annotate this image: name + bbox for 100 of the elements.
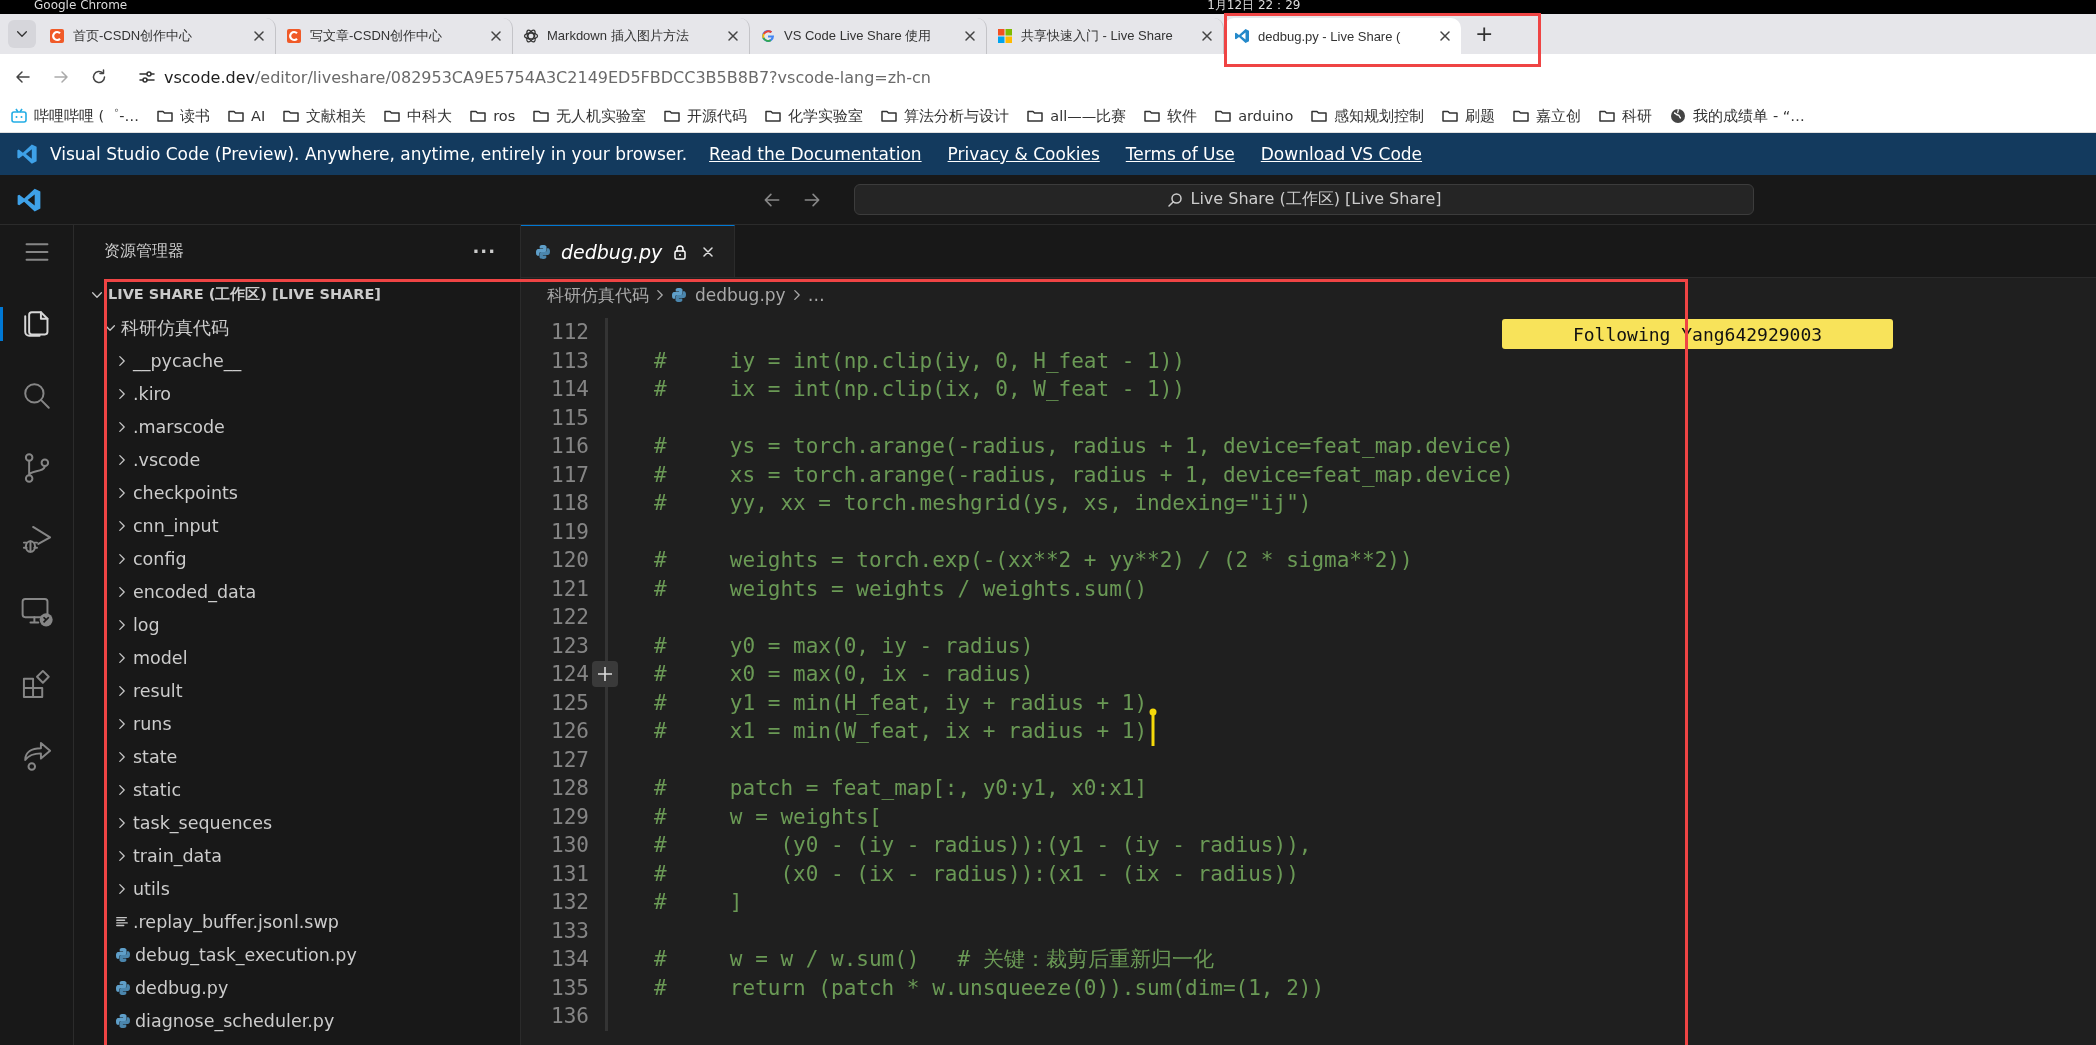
python-file-icon <box>115 946 131 963</box>
bookmark[interactable]: 开源代码 <box>663 106 748 126</box>
breadcrumb[interactable]: 科研仿真代码 <box>547 283 649 307</box>
code-line: # weights = weights / weights.sum() <box>654 576 1148 601</box>
line-number: 132 <box>550 890 589 915</box>
more-actions-button[interactable]: ··· <box>472 241 496 262</box>
line-number: 127 <box>550 747 589 772</box>
panel-title: 资源管理器 <box>104 241 184 262</box>
bookmark[interactable]: 文献相关 <box>282 106 367 126</box>
bookmark[interactable]: 算法分析与设计 <box>880 106 1010 126</box>
reload-icon[interactable] <box>90 68 108 86</box>
folder-item[interactable]: 科研仿真代码 <box>120 315 229 340</box>
tab-title: 共享快速入门 - Live Share <box>1021 27 1174 45</box>
workspace-header[interactable]: LIVE SHARE (工作区) [LIVE SHARE] <box>108 285 381 304</box>
folder-item[interactable]: result <box>133 680 183 701</box>
banner-link[interactable]: Download VS Code <box>1260 144 1423 164</box>
text-file-icon <box>115 914 129 929</box>
close-icon[interactable] <box>727 30 739 42</box>
bookmark[interactable]: ros <box>469 107 516 125</box>
folder-item[interactable]: encoded_data <box>133 581 257 602</box>
new-tab-button[interactable]: + <box>1465 21 1504 54</box>
breadcrumb[interactable]: dedbug.py <box>671 285 786 305</box>
url-path: /editor/liveshare/082953CA9E5754A3C2149ED5FBDCC3B5B8B7?vscode-lang=zh-cn <box>254 67 931 87</box>
line-number: 115 <box>550 405 589 430</box>
bookmark[interactable]: 中科大 <box>383 106 453 126</box>
code-line: # (x0 - (ix - radius)):(x1 - (ix - radius)) <box>654 861 1299 886</box>
folder-item[interactable]: config <box>133 548 187 569</box>
bookmark[interactable]: 感知规划控制 <box>1310 106 1425 126</box>
python-file-icon <box>115 1012 131 1029</box>
tv-icon <box>10 107 28 125</box>
line-number: 123 <box>550 633 589 658</box>
breadcrumb[interactable]: … <box>807 285 825 305</box>
line-number: 112 <box>550 320 589 345</box>
bookmark[interactable]: 科研 <box>1598 106 1653 126</box>
close-icon[interactable] <box>490 30 502 42</box>
remote-explorer-icon[interactable] <box>19 595 54 629</box>
file-item[interactable]: .replay_buffer.jsonl.swp <box>133 911 339 932</box>
bookmark[interactable]: all——比赛 <box>1026 106 1127 126</box>
close-icon[interactable] <box>1439 30 1451 42</box>
banner-text: Visual Studio Code (Preview). Anywhere, anytime, entirely in your browser. <box>50 144 688 164</box>
tab-search-button[interactable] <box>8 20 36 48</box>
folder-item[interactable]: checkpoints <box>133 482 238 503</box>
close-icon[interactable] <box>1201 30 1213 42</box>
four-squares-icon <box>997 28 1013 44</box>
bookmark[interactable]: 哔哩哔哩 (゜-… <box>10 106 139 126</box>
bookmark[interactable]: 嘉立创 <box>1512 106 1582 126</box>
line-number: 125 <box>550 690 589 715</box>
code-line: # yy, xx = torch.meshgrid(ys, xs, indexing="ij") <box>654 491 1312 516</box>
tab-title: 首页-CSDN创作中心 <box>73 27 194 45</box>
folder-item[interactable]: task_sequences <box>133 812 273 833</box>
folder-item[interactable]: train_data <box>133 845 222 866</box>
editor-tab[interactable]: dedbug.py <box>521 225 735 277</box>
line-number: 134 <box>550 947 589 972</box>
bookmark[interactable]: 化学实验室 <box>764 106 864 126</box>
bookmark[interactable]: 读书 <box>156 106 210 126</box>
close-icon[interactable] <box>253 30 265 42</box>
folder-item[interactable]: __pycache__ <box>133 350 242 371</box>
app-name: Google Chrome <box>34 0 128 14</box>
folder-item[interactable]: runs <box>133 713 172 734</box>
line-number: 116 <box>550 434 589 459</box>
code-line: # y1 = min(H_feat, iy + radius + 1) <box>654 690 1148 715</box>
file-item[interactable]: dedbug.py <box>135 977 229 998</box>
line-number: 118 <box>550 491 589 516</box>
file-item[interactable]: debug_task_execution.py <box>135 944 357 965</box>
line-number: 136 <box>550 1004 589 1029</box>
code-line: # iy = int(np.clip(iy, 0, H_feat - 1)) <box>654 348 1185 373</box>
folder-item[interactable]: .marscode <box>133 416 225 437</box>
bookmark[interactable]: 刷题 <box>1441 106 1496 126</box>
tab-title: 写文章-CSDN创作中心 <box>310 27 444 45</box>
code-line: # x1 = min(W_feat, ix + radius + 1) <box>654 719 1148 744</box>
folder-item[interactable]: model <box>133 647 188 668</box>
bookmark[interactable]: arduino <box>1214 107 1294 125</box>
folder-item[interactable]: static <box>133 779 182 800</box>
line-number: 133 <box>550 918 589 943</box>
banner-link[interactable]: Terms of Use <box>1125 144 1235 164</box>
folder-item[interactable]: state <box>133 746 178 767</box>
code-line: # (y0 - (iy - radius)):(y1 - (iy - radius)), <box>654 833 1312 858</box>
bookmark[interactable]: AI <box>227 107 266 125</box>
folder-item[interactable]: .kiro <box>133 383 172 404</box>
folder-item[interactable]: cnn_input <box>133 515 219 536</box>
banner-link[interactable]: Privacy & Cookies <box>947 144 1100 164</box>
browser-tab[interactable]: dedbug.py - Live Share ( <box>1224 18 1461 54</box>
folder-item[interactable]: log <box>133 614 160 635</box>
close-icon[interactable] <box>964 30 976 42</box>
line-number: 120 <box>550 548 589 573</box>
back-icon[interactable] <box>14 68 32 86</box>
line-number: 122 <box>550 605 589 630</box>
command-center[interactable]: Live Share (工作区) [Live Share] <box>854 184 1754 215</box>
file-item[interactable]: diagnose_scheduler.py <box>135 1010 335 1031</box>
plus-icon[interactable] <box>592 661 618 687</box>
folder-item[interactable]: utils <box>133 878 170 899</box>
bookmark[interactable]: 我的成绩单 - “… <box>1669 106 1805 126</box>
banner-link[interactable]: Read the Documentation <box>709 144 922 164</box>
code-logo-icon <box>16 186 42 213</box>
line-number: 130 <box>550 833 589 858</box>
folder-item[interactable]: .vscode <box>133 449 201 470</box>
code-line: # x0 = max(0, ix - radius) <box>654 662 1034 687</box>
site-settings-icon[interactable] <box>138 68 156 86</box>
bookmark[interactable]: 无人机实验室 <box>532 106 647 126</box>
bookmark[interactable]: 软件 <box>1143 106 1198 126</box>
